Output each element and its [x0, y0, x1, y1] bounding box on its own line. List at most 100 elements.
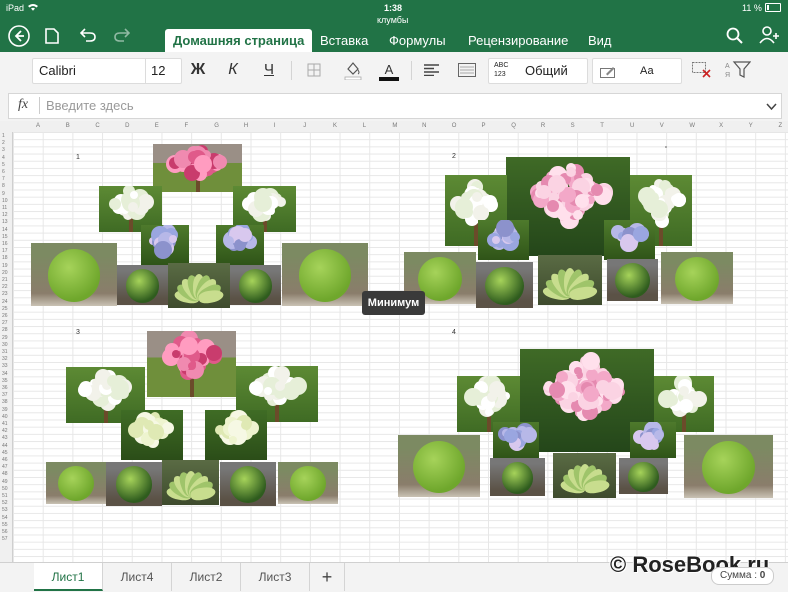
sort-filter-icon[interactable]: AЯ: [724, 58, 752, 82]
row-header[interactable]: 47: [2, 464, 8, 470]
row-header[interactable]: 22: [2, 284, 8, 290]
search-icon[interactable]: [726, 27, 743, 49]
column-header[interactable]: N: [422, 123, 426, 129]
row-header[interactable]: 37: [2, 392, 8, 398]
row-header[interactable]: 56: [2, 529, 8, 535]
plant-photo[interactable]: [278, 462, 338, 504]
row-header[interactable]: 25: [2, 306, 8, 312]
row-header[interactable]: 34: [2, 371, 8, 377]
row-header[interactable]: 40: [2, 414, 8, 420]
plant-photo[interactable]: [684, 435, 773, 498]
row-header[interactable]: 45: [2, 450, 8, 456]
file-icon[interactable]: [45, 28, 59, 49]
row-header[interactable]: 15: [2, 234, 8, 240]
column-header[interactable]: K: [333, 123, 337, 129]
chevron-down-icon[interactable]: [766, 98, 777, 116]
column-header[interactable]: A: [36, 123, 40, 129]
row-header[interactable]: 53: [2, 507, 8, 513]
font-name-box[interactable]: Calibri 12: [32, 58, 182, 84]
row-header[interactable]: 41: [2, 421, 8, 427]
row-header[interactable]: 8: [2, 183, 5, 189]
row-header[interactable]: 50: [2, 486, 8, 492]
column-header[interactable]: R: [541, 123, 545, 129]
row-header[interactable]: 18: [2, 255, 8, 261]
plant-photo[interactable]: [476, 262, 533, 308]
row-header[interactable]: 14: [2, 227, 8, 233]
row-header[interactable]: 49: [2, 479, 8, 485]
row-header[interactable]: 38: [2, 399, 8, 405]
column-header[interactable]: I: [274, 123, 276, 129]
row-header[interactable]: 4: [2, 155, 5, 161]
plant-photo[interactable]: [630, 422, 676, 458]
wrap-text-icon[interactable]: [455, 58, 479, 82]
row-header[interactable]: 29: [2, 335, 8, 341]
row-header[interactable]: 35: [2, 378, 8, 384]
row-header[interactable]: 5: [2, 162, 5, 168]
column-header[interactable]: Q: [511, 123, 516, 129]
plant-photo[interactable]: [619, 458, 668, 494]
row-header[interactable]: 42: [2, 428, 8, 434]
undo-icon[interactable]: [79, 28, 96, 47]
row-header[interactable]: 20: [2, 270, 8, 276]
column-header[interactable]: V: [660, 123, 664, 129]
sheet-tab-3[interactable]: Лист3: [241, 563, 310, 591]
font-size[interactable]: 12: [151, 59, 165, 83]
plant-photo[interactable]: [604, 220, 655, 260]
column-header[interactable]: U: [630, 123, 634, 129]
row-header[interactable]: 9: [2, 191, 5, 197]
column-header[interactable]: Y: [749, 123, 753, 129]
back-icon[interactable]: [8, 25, 30, 52]
row-header[interactable]: 26: [2, 313, 8, 319]
row-header[interactable]: 17: [2, 248, 8, 254]
row-header[interactable]: 10: [2, 198, 8, 204]
plant-photo[interactable]: [282, 243, 368, 306]
column-header[interactable]: F: [185, 123, 189, 129]
row-header[interactable]: 48: [2, 471, 8, 477]
column-header[interactable]: T: [600, 123, 604, 129]
column-header[interactable]: S: [571, 123, 575, 129]
row-header[interactable]: 36: [2, 385, 8, 391]
plant-photo[interactable]: [153, 144, 242, 192]
tab-home[interactable]: Домашняя страница: [165, 29, 313, 52]
plant-photo[interactable]: [220, 462, 276, 506]
underline-button[interactable]: Ч: [257, 58, 281, 82]
sheet-tab-4[interactable]: Лист4: [103, 563, 172, 591]
row-header[interactable]: 54: [2, 515, 8, 521]
plant-photo[interactable]: [216, 225, 264, 265]
row-header[interactable]: 28: [2, 327, 8, 333]
plant-photo[interactable]: [162, 460, 219, 505]
row-header[interactable]: 52: [2, 500, 8, 506]
row-header[interactable]: 3: [2, 147, 5, 153]
formula-input[interactable]: fx Введите здесь: [8, 93, 782, 119]
plant-photo[interactable]: [31, 243, 117, 306]
plant-photo[interactable]: [661, 252, 733, 304]
plant-photo[interactable]: [106, 462, 162, 506]
plant-photo[interactable]: [398, 435, 480, 497]
plant-photo[interactable]: [478, 220, 529, 260]
column-header[interactable]: P: [482, 123, 486, 129]
row-header[interactable]: 11: [2, 205, 7, 211]
column-header[interactable]: C: [95, 123, 99, 129]
row-header[interactable]: 6: [2, 169, 5, 175]
add-sheet-button[interactable]: +: [310, 563, 345, 591]
row-header[interactable]: 13: [2, 219, 8, 225]
plant-photo[interactable]: [493, 422, 539, 458]
row-header[interactable]: 27: [2, 320, 8, 326]
row-header[interactable]: 39: [2, 407, 8, 413]
row-header[interactable]: 7: [2, 176, 5, 182]
plant-photo[interactable]: [46, 462, 106, 504]
row-header[interactable]: 12: [2, 212, 8, 218]
row-header[interactable]: 24: [2, 299, 8, 305]
row-header[interactable]: 33: [2, 363, 8, 369]
column-header[interactable]: D: [125, 123, 129, 129]
fill-color-icon[interactable]: [341, 58, 365, 82]
column-header[interactable]: W: [689, 123, 695, 129]
plant-photo[interactable]: [607, 259, 658, 301]
plant-photo[interactable]: [141, 225, 189, 265]
row-header[interactable]: 51: [2, 493, 8, 499]
column-header[interactable]: J: [303, 123, 306, 129]
plant-photo[interactable]: [490, 458, 545, 496]
row-header[interactable]: 19: [2, 263, 8, 269]
row-header[interactable]: 23: [2, 291, 8, 297]
row-header[interactable]: 55: [2, 522, 8, 528]
